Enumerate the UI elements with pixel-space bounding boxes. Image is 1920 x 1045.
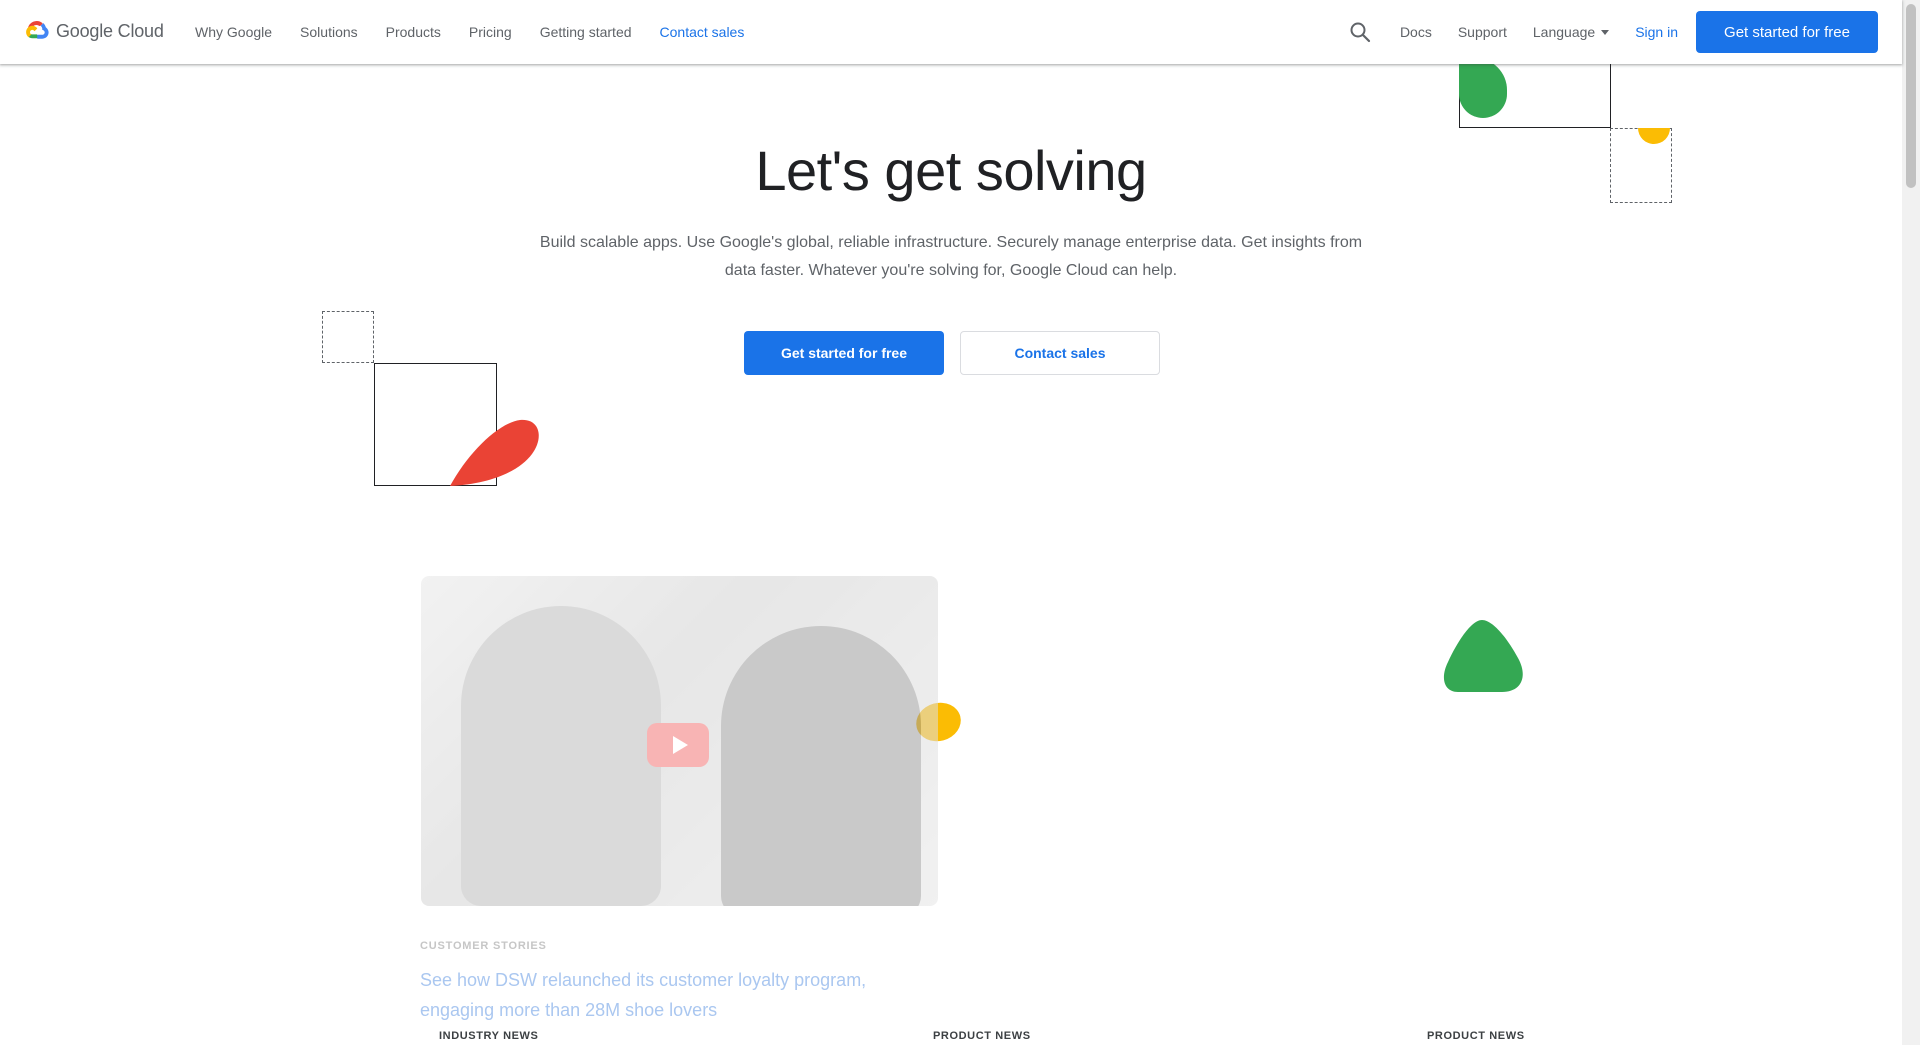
top-navigation-bar: Google Cloud Why Google Solutions Produc… bbox=[0, 0, 1902, 64]
news-label-industry: INDUSTRY NEWS bbox=[439, 1030, 539, 1042]
google-cloud-logo[interactable]: Google Cloud bbox=[24, 20, 164, 42]
hero-buttons: Get started for free Contact sales bbox=[744, 331, 1160, 375]
deco-red-leaf bbox=[450, 419, 539, 486]
person-silhouette bbox=[461, 606, 661, 906]
news-label-product-1: PRODUCT NEWS bbox=[933, 1030, 1031, 1042]
deco-dashed-square-left bbox=[322, 311, 374, 363]
support-link[interactable]: Support bbox=[1458, 24, 1507, 40]
play-icon bbox=[672, 736, 688, 754]
scrollbar-thumb[interactable] bbox=[1906, 4, 1916, 188]
nav-products[interactable]: Products bbox=[386, 24, 441, 40]
caret-down-icon bbox=[1601, 29, 1610, 35]
play-button[interactable] bbox=[647, 723, 709, 767]
story-eyebrow: CUSTOMER STORIES bbox=[420, 940, 547, 952]
story-title-link[interactable]: See how DSW relaunched its customer loya… bbox=[420, 965, 940, 1025]
hero-subtitle: Build scalable apps. Use Google's global… bbox=[539, 234, 1363, 279]
language-label: Language bbox=[1532, 24, 1596, 40]
person-silhouette bbox=[721, 626, 921, 906]
page-scrollbar[interactable] bbox=[1902, 0, 1920, 1045]
logo-text: Google Cloud bbox=[56, 20, 164, 41]
nav-contact-sales[interactable]: Contact sales bbox=[660, 24, 745, 40]
header-actions: Docs Support Language Sign in Get starte… bbox=[1348, 0, 1878, 64]
language-selector[interactable]: Language bbox=[1532, 24, 1610, 40]
deco-green-triangle bbox=[1443, 620, 1523, 692]
docs-link[interactable]: Docs bbox=[1400, 24, 1432, 40]
main-nav: Why Google Solutions Products Pricing Ge… bbox=[195, 0, 772, 64]
sign-in-link[interactable]: Sign in bbox=[1635, 24, 1678, 40]
search-icon[interactable] bbox=[1348, 20, 1372, 44]
nav-solutions[interactable]: Solutions bbox=[300, 24, 358, 40]
hero-contact-sales-button[interactable]: Contact sales bbox=[960, 331, 1160, 375]
news-label-product-2: PRODUCT NEWS bbox=[1427, 1030, 1525, 1042]
header-get-started-button[interactable]: Get started for free bbox=[1696, 11, 1878, 53]
hero-get-started-button[interactable]: Get started for free bbox=[744, 331, 944, 375]
nav-getting-started[interactable]: Getting started bbox=[540, 24, 632, 40]
cloud-logo-icon bbox=[26, 20, 49, 39]
nav-pricing[interactable]: Pricing bbox=[469, 24, 512, 40]
hero-title: Let's get solving bbox=[755, 139, 1147, 202]
nav-why-google[interactable]: Why Google bbox=[195, 24, 272, 40]
